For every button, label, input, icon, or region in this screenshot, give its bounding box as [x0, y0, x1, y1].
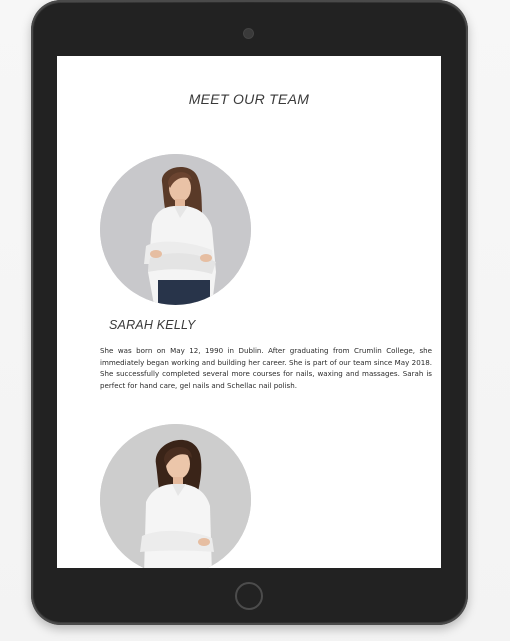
team-member-photo: [100, 424, 251, 568]
team-member-photo: [100, 154, 251, 305]
page-title: MEET OUR TEAM: [188, 91, 310, 107]
woman-portrait-icon: [100, 154, 251, 305]
team-member-name: SARAH KELLY: [109, 318, 196, 332]
woman-portrait-icon: [100, 424, 251, 568]
camera-icon: [244, 29, 253, 38]
page-stage: MEET OUR TEAM SARAH KELLY She was born o…: [0, 0, 510, 641]
tablet-screen: MEET OUR TEAM SARAH KELLY She was born o…: [57, 56, 441, 568]
home-button[interactable]: [235, 582, 263, 610]
team-member-bio: She was born on May 12, 1990 in Dublin. …: [100, 346, 432, 390]
